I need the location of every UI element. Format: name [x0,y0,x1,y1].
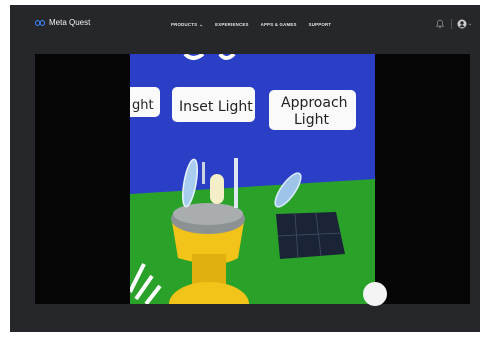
nav-item-products[interactable]: PRODUCTS ⌄ [171,22,203,28]
vr-scene-image: ght Inset Light Approach Light [130,54,375,304]
brand-name: Meta Quest [49,18,91,27]
browser-frame: Meta Quest PRODUCTS ⌄ EXPERIENCES APPS & … [10,5,480,332]
nav-item-support[interactable]: SUPPORT [309,22,332,28]
account-avatar-icon[interactable] [457,19,467,29]
main-menu: PRODUCTS ⌄ EXPERIENCES APPS & GAMES SUPPO… [171,22,331,28]
chevron-down-icon: ⌄ [199,22,204,27]
scene-orb [363,282,387,306]
account-chevron-icon[interactable]: ⌄ [468,21,472,27]
brand-logo[interactable]: Meta Quest [34,18,90,27]
nav-item-experiences[interactable]: EXPERIENCES [215,22,248,28]
meta-infinity-icon [34,19,46,26]
sign-approach-text-1: Approach [281,95,348,111]
sign-approach-text-2: Light [294,112,329,128]
notification-bell-icon[interactable] [435,19,445,29]
sign-left-text: ght [132,98,154,113]
top-navigation-bar: Meta Quest PRODUCTS ⌄ EXPERIENCES APPS & … [10,5,480,45]
sign-inset-light-text: Inset Light [179,99,253,115]
video-player[interactable]: ght Inset Light Approach Light [35,54,470,306]
nav-divider [451,19,452,29]
video-frame[interactable]: ght Inset Light Approach Light [130,54,375,304]
nav-item-apps-games[interactable]: APPS & GAMES [261,22,297,28]
